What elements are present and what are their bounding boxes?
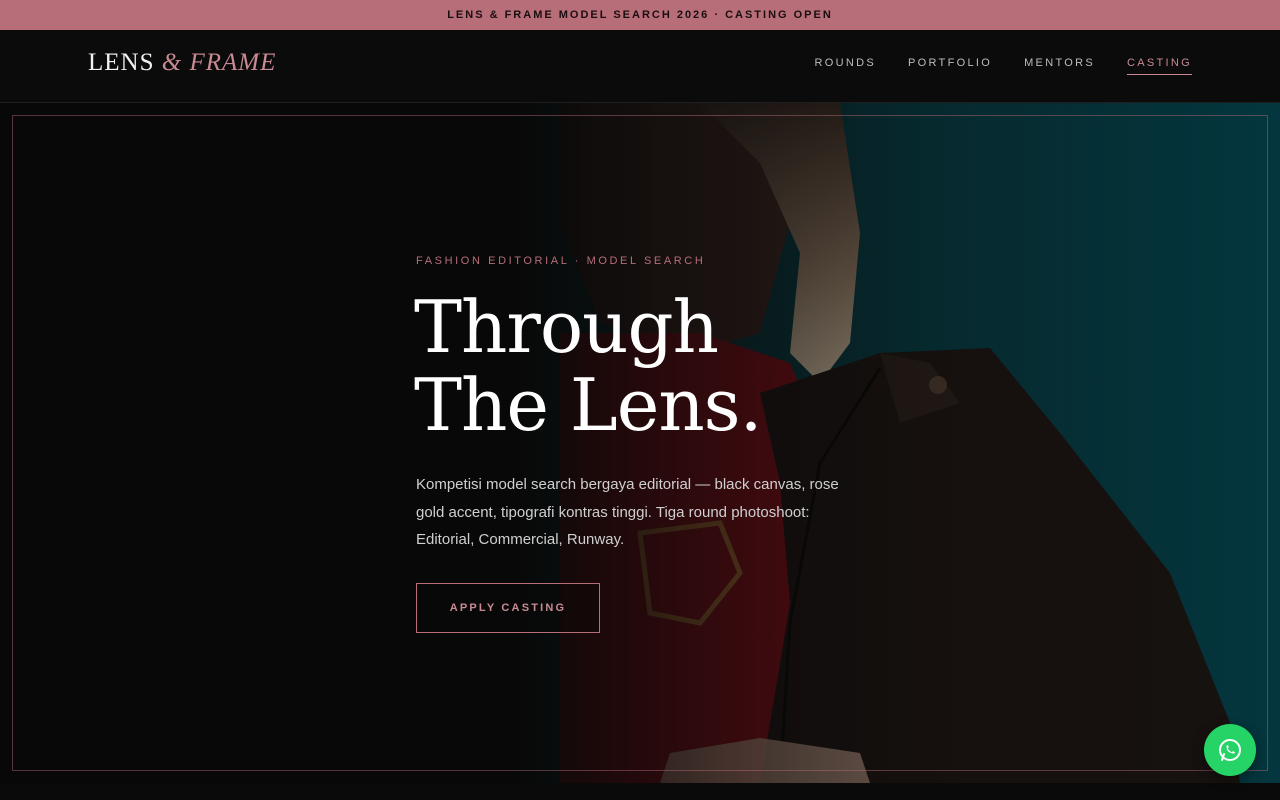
logo-main: LENS (88, 49, 155, 76)
nav-link-portfolio[interactable]: PORTFOLIO (908, 57, 992, 75)
apply-casting-button[interactable]: APPLY CASTING (416, 583, 600, 633)
hero-lead: Kompetisi model search bergaya editorial… (416, 476, 839, 548)
hero-section: FASHION EDITORIAL · MODEL SEARCH Through… (0, 103, 1280, 783)
page-bottom (0, 783, 1280, 800)
main-nav: ROUNDS PORTFOLIO MENTORS CASTING (815, 57, 1192, 75)
whatsapp-button[interactable] (1204, 724, 1256, 776)
nav-link-casting[interactable]: CASTING (1127, 57, 1192, 75)
nav-link-rounds[interactable]: ROUNDS (815, 57, 876, 75)
hero-headline: Through The Lens. (414, 285, 763, 447)
top-nav: LENS & FRAME ROUNDS PORTFOLIO MENTORS CA… (0, 30, 1280, 103)
headline-line-1: Through (414, 285, 719, 369)
headline-line-2: The Lens. (414, 363, 763, 447)
whatsapp-icon (1219, 739, 1241, 761)
brand-logo[interactable]: LENS & FRAME (88, 49, 276, 77)
nav-link-mentors[interactable]: MENTORS (1024, 57, 1095, 75)
hero-eyebrow: FASHION EDITORIAL · MODEL SEARCH (416, 255, 706, 267)
announcement-bar: LENS & FRAME MODEL SEARCH 2026 · CASTING… (0, 0, 1280, 30)
announcement-text: LENS & FRAME MODEL SEARCH 2026 · CASTING… (447, 9, 833, 21)
logo-accent: & FRAME (161, 49, 277, 76)
